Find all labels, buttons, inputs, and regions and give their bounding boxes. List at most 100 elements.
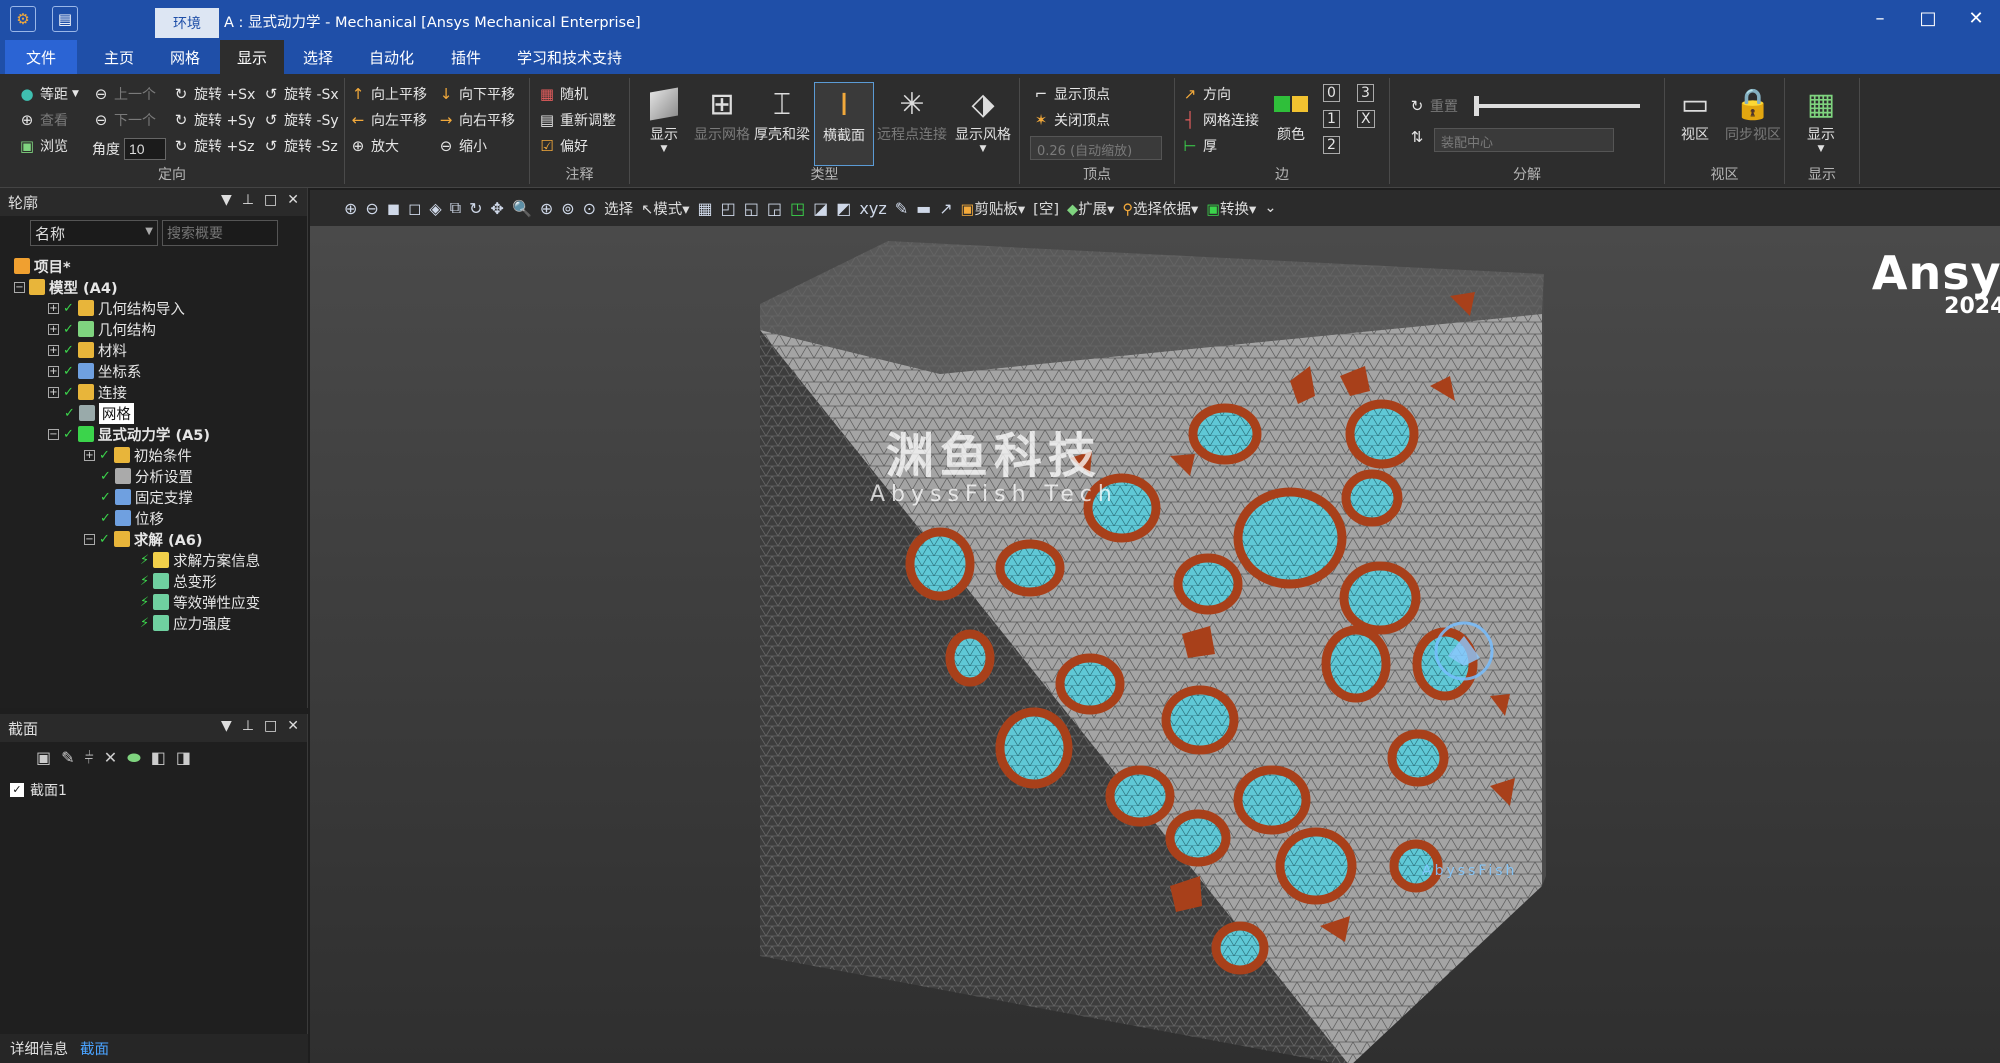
- tab-details[interactable]: 详细信息: [10, 1038, 68, 1059]
- tree-item[interactable]: + ✓ 坐标系: [48, 361, 141, 381]
- preferences-button[interactable]: ☑ 偏好: [538, 136, 588, 156]
- shaded-cube-icon[interactable]: ◼: [387, 199, 400, 218]
- iso-button[interactable]: ● 等距 ▼: [18, 84, 78, 104]
- edge-3-button[interactable]: 3: [1357, 84, 1374, 102]
- look-button[interactable]: ⊕ 查看: [18, 110, 68, 130]
- thick-shell-button[interactable]: ⌶ 厚壳和梁: [752, 82, 812, 162]
- clipboard-button[interactable]: ▣剪贴板▾: [961, 198, 1025, 219]
- select-body-icon[interactable]: ◲: [767, 199, 782, 218]
- edit-section-icon[interactable]: ✎: [61, 748, 74, 768]
- dropdown-icon[interactable]: ▼: [221, 192, 232, 208]
- tab-file[interactable]: 文件: [5, 40, 77, 74]
- rotate-ny-button[interactable]: ↺ 旋转 -Sy: [262, 110, 339, 130]
- tab-display[interactable]: 显示: [220, 40, 284, 74]
- next-view-button[interactable]: ⊖ 下一个: [92, 110, 156, 130]
- viewport-button[interactable]: ▭ 视区: [1667, 82, 1723, 162]
- sync-viewport-button[interactable]: 🔒 同步视区: [1723, 82, 1783, 162]
- zoom-fit-icon[interactable]: ⊚: [561, 199, 574, 218]
- tree-item[interactable]: ⚡ 等效弹性应变: [140, 592, 260, 612]
- restore-icon[interactable]: □: [264, 718, 277, 734]
- close-icon[interactable]: ✕: [287, 192, 299, 208]
- maximize-button[interactable]: □: [1904, 0, 1952, 38]
- close-button[interactable]: ✕: [1952, 0, 2000, 38]
- minimize-button[interactable]: –: [1856, 0, 1904, 38]
- tree-item[interactable]: − ✓ 求解 (A6): [84, 529, 203, 549]
- collapse-icon[interactable]: −: [48, 428, 59, 440]
- collapse-icon[interactable]: −: [14, 281, 25, 293]
- graphics-viewport[interactable]: Ansys 2024 R: [310, 226, 2000, 1063]
- checkbox-icon[interactable]: ✓: [10, 783, 24, 797]
- select-edge-icon[interactable]: ◰: [721, 199, 736, 218]
- rotate-py-button[interactable]: ↻ 旋转 +Sy: [172, 110, 256, 130]
- browse-button[interactable]: ▣ 浏览: [18, 136, 68, 156]
- random-button[interactable]: ▦ 随机: [538, 84, 588, 104]
- tree-item[interactable]: + ✓ 初始条件: [84, 445, 192, 465]
- filter-select[interactable]: 名称: [30, 220, 158, 246]
- select-vertex-icon[interactable]: ▦: [698, 199, 713, 218]
- tree-item[interactable]: − ✓ 显式动力学 (A5): [48, 424, 210, 444]
- readjust-button[interactable]: ▤ 重新调整: [538, 110, 616, 130]
- show-style-button[interactable]: ⬗ 显示风格 ▼: [950, 82, 1016, 162]
- edge-1-button[interactable]: 1: [1323, 110, 1340, 128]
- label-icon[interactable]: ✎: [895, 199, 908, 218]
- rotate-nx-button[interactable]: ↺ 旋转 -Sx: [262, 84, 339, 104]
- pan-right-button[interactable]: → 向右平移: [437, 110, 515, 130]
- cap-icon[interactable]: ◨: [176, 748, 191, 768]
- pan-icon[interactable]: ✥: [491, 199, 504, 218]
- tab-learning[interactable]: 学习和技术支持: [517, 47, 622, 68]
- tree-item[interactable]: ✓ 位移: [100, 508, 164, 528]
- tab-selection[interactable]: 选择: [303, 47, 333, 68]
- magnifier-icon[interactable]: ⊙: [583, 199, 596, 218]
- restore-icon[interactable]: □: [264, 192, 277, 208]
- tree-item[interactable]: ⚡ 求解方案信息: [140, 550, 260, 570]
- tree-item[interactable]: ✓ 固定支撑: [100, 487, 193, 507]
- xyz-icon[interactable]: xyz: [859, 199, 886, 218]
- expand-icon[interactable]: +: [48, 365, 59, 377]
- copy-view-icon[interactable]: ⧉: [450, 198, 461, 218]
- tab-automation[interactable]: 自动化: [369, 47, 414, 68]
- tree-item[interactable]: + ✓ 几何结构: [48, 319, 156, 339]
- close-vertex-button[interactable]: ✶ 关闭顶点: [1032, 110, 1110, 130]
- select-element-icon[interactable]: ◩: [836, 199, 851, 218]
- section-plane-icon[interactable]: ⬬: [127, 748, 141, 768]
- tree-item[interactable]: ✓ 分析设置: [100, 466, 193, 486]
- angle-input[interactable]: [124, 138, 166, 160]
- vertex-scale-combo[interactable]: 0.26 (自动缩放): [1030, 136, 1162, 160]
- select-node-icon[interactable]: ◳: [790, 199, 805, 218]
- tree-item-mesh[interactable]: ✓ 网格: [64, 402, 134, 424]
- zoom-icon[interactable]: 🔍: [512, 199, 532, 218]
- display-button[interactable]: ▦ 显示 ▼: [1793, 82, 1849, 162]
- zoom-out-button[interactable]: ⊖ 缩小: [437, 136, 487, 156]
- rotate-icon[interactable]: ↻: [469, 199, 482, 218]
- tree-item[interactable]: + ✓ 材料: [48, 340, 127, 360]
- tree-item[interactable]: − 模型 (A4): [14, 277, 118, 297]
- edge-x-button[interactable]: X: [1357, 110, 1375, 128]
- expand-icon[interactable]: +: [48, 386, 59, 398]
- align-section-icon[interactable]: ⫩: [85, 748, 94, 768]
- select-by-button[interactable]: ⚲选择依据▾: [1122, 198, 1198, 219]
- edge-color-button[interactable]: 颜色: [1267, 82, 1315, 162]
- expand-icon[interactable]: +: [84, 449, 95, 461]
- app-icon[interactable]: ⚙: [10, 6, 36, 32]
- tree-item[interactable]: + ✓ 几何结构导入: [48, 298, 185, 318]
- tree-item[interactable]: 项目*: [14, 256, 71, 276]
- tree-item[interactable]: ⚡ 应力强度: [140, 613, 231, 633]
- convert-button[interactable]: ▣转换▾: [1206, 198, 1256, 219]
- rotate-pz-button[interactable]: ↻ 旋转 +Sz: [172, 136, 255, 156]
- edge-0-button[interactable]: 0: [1323, 84, 1340, 102]
- delete-section-icon[interactable]: ✕: [104, 748, 117, 768]
- collapse-icon[interactable]: −: [84, 533, 95, 545]
- comment-icon[interactable]: ▬: [916, 199, 931, 218]
- expand-icon[interactable]: +: [48, 323, 59, 335]
- new-section-icon[interactable]: ▣: [36, 748, 51, 768]
- save-icon[interactable]: ▤: [52, 6, 78, 32]
- remote-point-button[interactable]: ✳ 远程点连接: [876, 82, 948, 162]
- chart-icon[interactable]: ↗: [939, 199, 952, 218]
- tab-plugins[interactable]: 插件: [451, 47, 481, 68]
- expand-icon[interactable]: +: [48, 302, 59, 314]
- dropdown-icon[interactable]: ▼: [221, 718, 232, 734]
- show-vertex-button[interactable]: ⌐ 显示顶点: [1032, 84, 1110, 104]
- rotate-nz-button[interactable]: ↺ 旋转 -Sz: [262, 136, 338, 156]
- show-plane-icon[interactable]: ◧: [151, 748, 166, 768]
- outline-search-input[interactable]: [162, 220, 278, 246]
